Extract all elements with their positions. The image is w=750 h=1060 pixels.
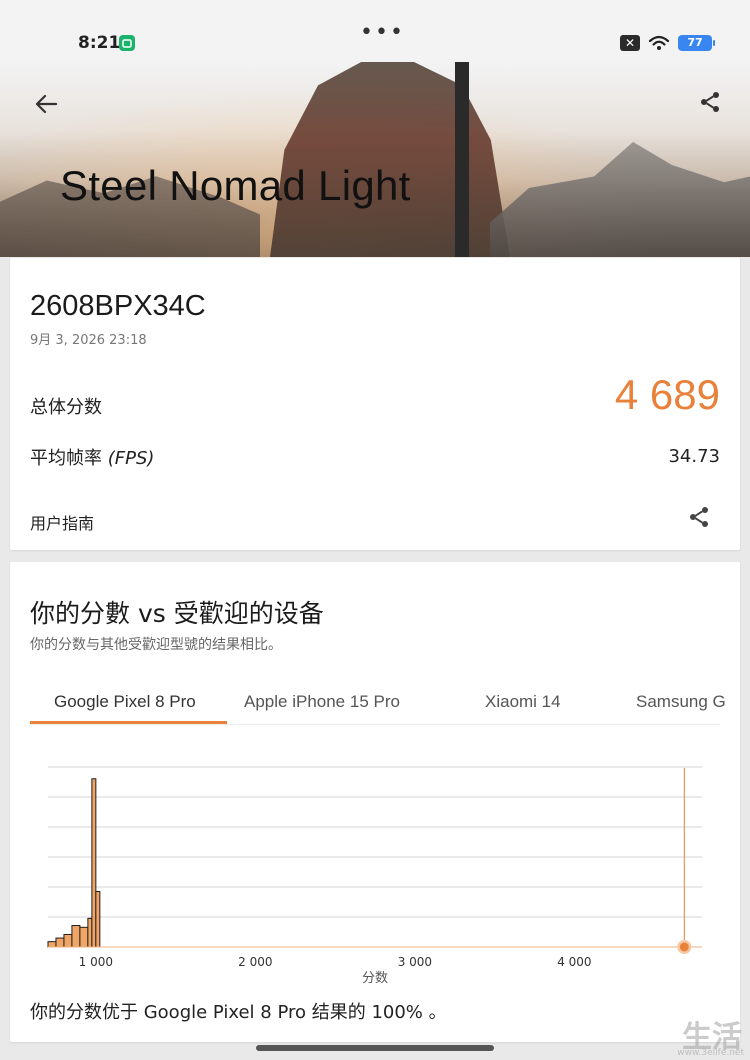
device-tabs: Google Pixel 8 Pro Apple iPhone 15 Pro X… [30,678,740,724]
home-indicator[interactable] [256,1045,494,1051]
fps-unit: (FPS) [107,448,155,469]
x-tick-label: 4 000 [557,955,591,969]
test-date: 9月 3, 2026 23:18 [30,333,147,348]
share-icon [690,507,708,527]
tabs-divider [30,724,720,725]
status-time: 8:21 [78,33,121,53]
overall-score-value: 4 689 [614,371,720,418]
hero-staff [455,62,469,257]
device-name: 2608BPX34C [30,290,206,322]
x-tick-label: 1 000 [79,955,113,969]
histogram-svg: 1 000 2 000 3 000 4 000 分数 [47,766,702,986]
comparison-result-text: 你的分数优于 Google Pixel 8 Pro 结果的 100% 。 [30,1002,447,1023]
fps-label-text: 平均帧率 [30,448,102,469]
hero-banner: Steel Nomad Light [0,62,750,257]
notification-close-icon: ✕ [620,35,640,51]
comparison-subtitle: 你的分数与其他受歡迎型號的结果相比。 [30,637,282,653]
status-icons: ✕ 77 [620,35,715,51]
histogram-bar [79,926,89,948]
histogram-bar [95,891,101,948]
user-guide-row[interactable]: 用户指南 [10,498,740,542]
average-fps-label: 平均帧率 (FPS) [30,444,154,470]
share-icon [701,92,719,112]
histogram-bar [91,778,97,948]
tab-samsung[interactable]: Samsung G [636,692,726,712]
overall-score-label: 总体分数 [30,397,102,418]
notification-app-icon [119,35,135,51]
guide-share-button[interactable] [686,504,712,530]
x-tick-label: 2 000 [238,955,272,969]
x-tick-label: 3 000 [398,955,432,969]
histogram-bar [63,933,73,948]
back-button[interactable] [32,90,60,118]
back-arrow-icon [35,94,57,114]
x-axis-label: 分数 [362,971,388,986]
watermark-url: www.3elife.net [677,1048,744,1058]
comparison-title: 你的分數 vs 受歡迎的设备 [30,599,324,628]
battery-indicator: 77 [678,35,715,51]
tab-google-pixel-8-pro[interactable]: Google Pixel 8 Pro [54,692,196,712]
result-card: 2608BPX34C 9月 3, 2026 23:18 总体分数 4 689 平… [10,258,740,550]
average-fps-value: 34.73 [668,446,720,467]
user-guide-label: 用户指南 [30,514,95,533]
status-bar: 8:21 ••• ✕ 77 [0,0,750,62]
share-button[interactable] [696,88,724,116]
tab-xiaomi-14[interactable]: Xiaomi 14 [485,692,561,712]
comparison-card: 你的分數 vs 受歡迎的设备 你的分数与其他受歡迎型號的结果相比。 Google… [10,562,740,1042]
your-score-marker [679,942,689,952]
page-title: Steel Nomad Light [60,162,411,209]
score-distribution-chart: 1 000 2 000 3 000 4 000 分数 [10,752,740,992]
more-dots-icon[interactable]: ••• [360,20,405,45]
histogram-bar [47,941,57,948]
wifi-icon [648,35,670,50]
histogram-bar [87,917,93,948]
tab-apple-iphone-15-pro[interactable]: Apple iPhone 15 Pro [244,692,400,712]
histogram-bar [71,925,81,948]
histogram-bar [55,937,65,948]
